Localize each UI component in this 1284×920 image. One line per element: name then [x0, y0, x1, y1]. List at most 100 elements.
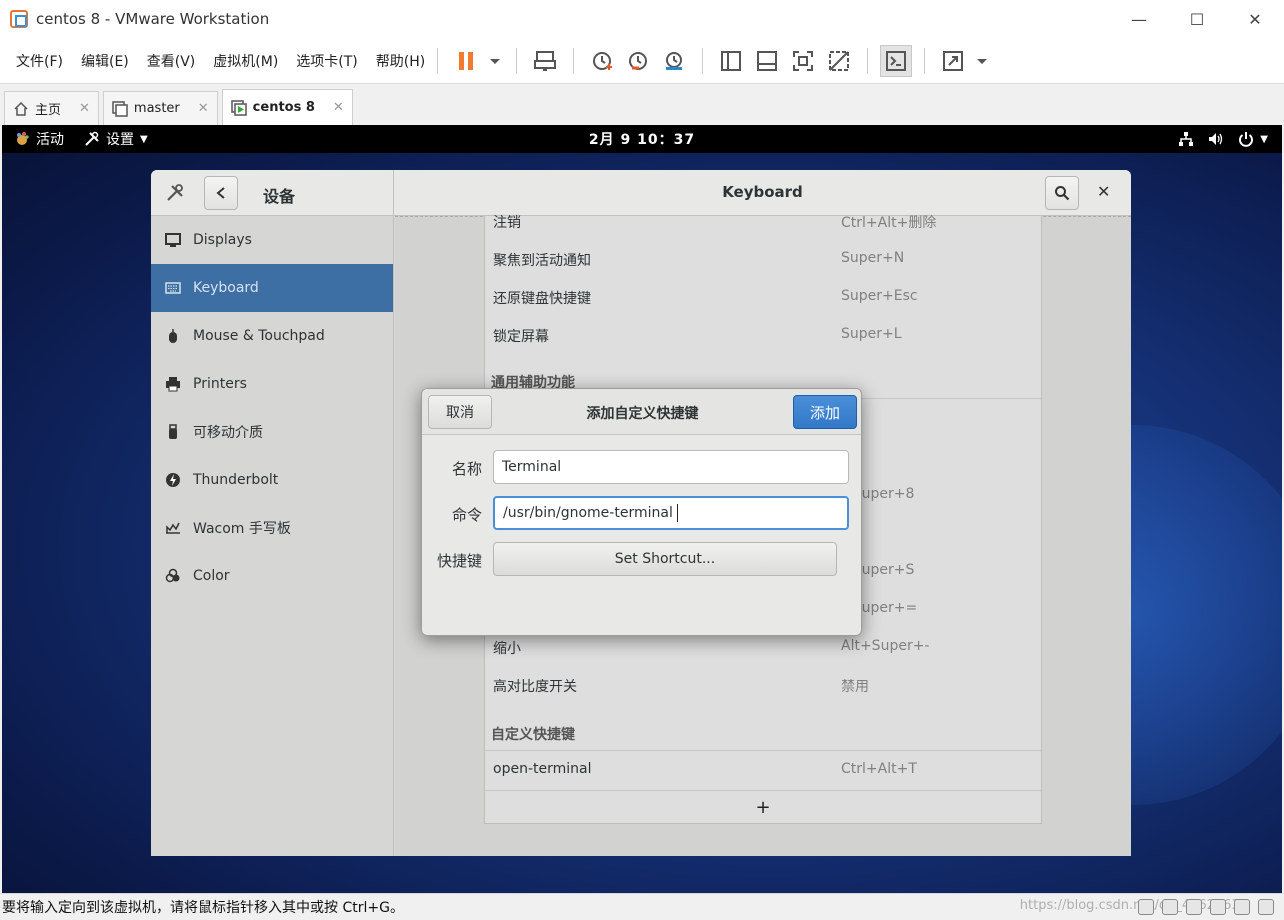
- command-field-value: /usr/bin/gnome-terminal: [503, 505, 673, 521]
- shortcut-key: 禁用: [841, 679, 869, 695]
- tab-master[interactable]: master ✕: [102, 91, 218, 125]
- chevron-down-icon[interactable]: ▼: [1260, 134, 1268, 145]
- back-button[interactable]: [204, 176, 238, 210]
- window-title: centos 8 - VMware Workstation: [36, 10, 270, 28]
- add-shortcut-button[interactable]: +: [485, 792, 1041, 824]
- add-custom-shortcut-dialog: 取消 添加自定义快捷键 添加 名称 Terminal 命令 /usr/bin/g…: [421, 388, 862, 636]
- sidebar-item-label: Wacom 手写板: [193, 521, 291, 537]
- chevron-down-icon[interactable]: [973, 45, 991, 77]
- library-icon[interactable]: [715, 45, 747, 77]
- stretch-icon[interactable]: [937, 45, 969, 77]
- vm-display[interactable]: 活动 设置 ▼ 2月 9 10：37 ▼ 设备 Keyboard ✕ Displ…: [2, 125, 1282, 893]
- gnome-top-bar: 活动 设置 ▼ 2月 9 10：37 ▼: [2, 125, 1282, 153]
- pause-icon[interactable]: [450, 45, 482, 77]
- menu-view[interactable]: 查看(V): [147, 51, 196, 71]
- close-tab-icon[interactable]: ✕: [333, 100, 344, 115]
- chevron-down-icon[interactable]: [486, 45, 504, 77]
- network-adapter-icon[interactable]: [1186, 899, 1202, 915]
- shortcut-row[interactable]: 高对比度开关 禁用: [485, 666, 1041, 704]
- sidebar-item-mouse[interactable]: Mouse & Touchpad: [151, 312, 393, 360]
- shortcut-key: Super+N: [841, 250, 905, 266]
- maximize-button[interactable]: ☐: [1168, 0, 1226, 38]
- sidebar-item-label: Color: [193, 568, 230, 584]
- cd-icon[interactable]: [1162, 899, 1178, 915]
- app-menu-button[interactable]: 设置 ▼: [84, 129, 148, 149]
- clock[interactable]: 2月 9 10：37: [2, 129, 1282, 149]
- search-button[interactable]: [1045, 176, 1079, 210]
- sidebar-item-printers[interactable]: Printers: [151, 360, 393, 408]
- menu-file[interactable]: 文件(F): [16, 51, 63, 71]
- display-device-icon[interactable]: [1258, 899, 1274, 915]
- system-tray[interactable]: ▼: [1178, 125, 1268, 153]
- sidebar-item-wacom[interactable]: Wacom 手写板: [151, 504, 393, 552]
- set-shortcut-button[interactable]: Set Shortcut...: [493, 542, 837, 576]
- shortcut-name: 锁定屏幕: [493, 329, 549, 345]
- close-icon[interactable]: ✕: [1097, 182, 1110, 201]
- mouse-icon: [165, 328, 181, 344]
- settings-sidebar: Displays Keyboard Mouse & Touchpad Print…: [151, 216, 394, 856]
- settings-window: 设备 Keyboard ✕ Displays Keyboard Mouse & …: [151, 170, 1131, 856]
- usb-device-icon[interactable]: [1210, 899, 1226, 915]
- console-icon[interactable]: [880, 44, 913, 77]
- hdd-icon[interactable]: [1138, 899, 1154, 915]
- close-tab-icon[interactable]: ✕: [79, 101, 90, 116]
- power-icon[interactable]: [1238, 131, 1254, 147]
- sidebar-item-displays[interactable]: Displays: [151, 216, 393, 264]
- unity-icon[interactable]: [823, 45, 855, 77]
- sidebar-item-keyboard[interactable]: Keyboard: [151, 264, 393, 312]
- snapshot-icon[interactable]: [586, 45, 618, 77]
- shortcut-row[interactable]: 聚焦到活动通知 Super+N: [485, 240, 1041, 278]
- vm-running-icon: [230, 99, 247, 116]
- sidebar-item-thunderbolt[interactable]: Thunderbolt: [151, 456, 393, 504]
- tab-centos-8[interactable]: centos 8 ✕: [221, 89, 353, 125]
- divider: [485, 790, 1041, 791]
- add-button[interactable]: 添加: [793, 395, 857, 429]
- name-field[interactable]: Terminal: [493, 450, 849, 484]
- fullscreen-icon[interactable]: [787, 45, 819, 77]
- section-header-custom: 自定义快捷键: [491, 727, 575, 743]
- menu-edit[interactable]: 编辑(E): [81, 51, 129, 71]
- shortcut-row[interactable]: 锁定屏幕 Super+L: [485, 316, 1041, 354]
- text-cursor: [676, 504, 678, 522]
- shortcut-row[interactable]: 注销 Ctrl+Alt+删除: [485, 202, 1041, 240]
- app-menu-label: 设置: [106, 132, 134, 148]
- sidebar-item-label: Thunderbolt: [193, 472, 279, 488]
- shortcut-name: open-terminal: [493, 761, 592, 777]
- revert-snapshot-icon[interactable]: [622, 45, 654, 77]
- shortcut-row[interactable]: open-terminal Ctrl+Alt+T: [485, 751, 1041, 789]
- vm-icon: [112, 100, 128, 117]
- toolbar-separator: [573, 47, 575, 74]
- activities-button[interactable]: 活动: [14, 129, 64, 149]
- toolbar-separator: [516, 47, 518, 74]
- close-window-button[interactable]: ✕: [1226, 0, 1284, 38]
- search-icon: [1055, 186, 1070, 201]
- sound-device-icon[interactable]: [1234, 899, 1250, 915]
- sidebar-item-label: Displays: [193, 232, 252, 248]
- sidebar-item-color[interactable]: Color: [151, 552, 393, 600]
- sidebar-item-label: Keyboard: [193, 280, 259, 296]
- minimize-button[interactable]: —: [1110, 0, 1168, 38]
- tools-icon: [85, 131, 99, 146]
- toolbar-separator: [867, 47, 869, 74]
- gnome-foot-icon: [17, 132, 29, 145]
- tab-home[interactable]: 主页 ✕: [4, 91, 99, 125]
- command-field[interactable]: /usr/bin/gnome-terminal: [493, 496, 849, 530]
- shortcut-key: Ctrl+Alt+T: [841, 761, 917, 777]
- snapshot-manager-icon[interactable]: [658, 45, 690, 77]
- network-icon[interactable]: [1178, 131, 1194, 147]
- color-icon: [165, 568, 181, 584]
- sidebar-item-removable-media[interactable]: 可移动介质: [151, 408, 393, 456]
- volume-icon[interactable]: [1208, 131, 1224, 147]
- menu-help[interactable]: 帮助(H): [376, 51, 425, 71]
- shortcut-row[interactable]: 还原键盘快捷键 Super+Esc: [485, 278, 1041, 316]
- activities-label: 活动: [36, 132, 64, 148]
- menu-tabs[interactable]: 选项卡(T): [296, 51, 357, 71]
- shortcut-name: 还原键盘快捷键: [493, 291, 591, 307]
- shortcut-key: Ctrl+Alt+删除: [841, 215, 937, 231]
- menu-vm[interactable]: 虚拟机(M): [213, 51, 278, 71]
- close-tab-icon[interactable]: ✕: [198, 101, 209, 116]
- shortcut-key: Super+Esc: [841, 288, 918, 304]
- page-title: Keyboard: [722, 183, 803, 201]
- send-ctrl-alt-del-icon[interactable]: [529, 45, 561, 77]
- thumbnail-icon[interactable]: [751, 45, 783, 77]
